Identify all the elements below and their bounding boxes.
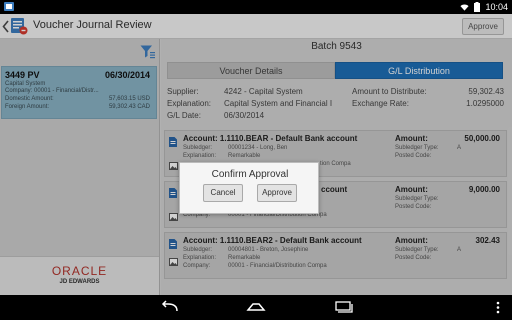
system-navigation-bar	[0, 295, 512, 320]
status-bar: 10:04	[0, 0, 512, 14]
modal-overlay[interactable]	[0, 14, 512, 295]
battery-icon	[474, 2, 481, 12]
confirm-approval-dialog: Confirm Approval Cancel Approve	[179, 162, 319, 214]
app-notification-icon	[4, 2, 14, 11]
nav-home-icon[interactable]	[245, 300, 267, 315]
dialog-title: Confirm Approval	[211, 169, 289, 180]
screen: 10:04 Voucher Journal Review Approve 344…	[0, 0, 512, 320]
confirm-approve-button[interactable]: Approve	[257, 184, 297, 202]
nav-back-icon[interactable]	[159, 300, 181, 315]
cancel-button[interactable]: Cancel	[203, 184, 243, 202]
nav-recent-apps-icon[interactable]	[332, 300, 354, 315]
wifi-icon	[460, 4, 470, 11]
overflow-menu-icon[interactable]	[494, 300, 502, 315]
clock: 10:04	[485, 2, 508, 12]
